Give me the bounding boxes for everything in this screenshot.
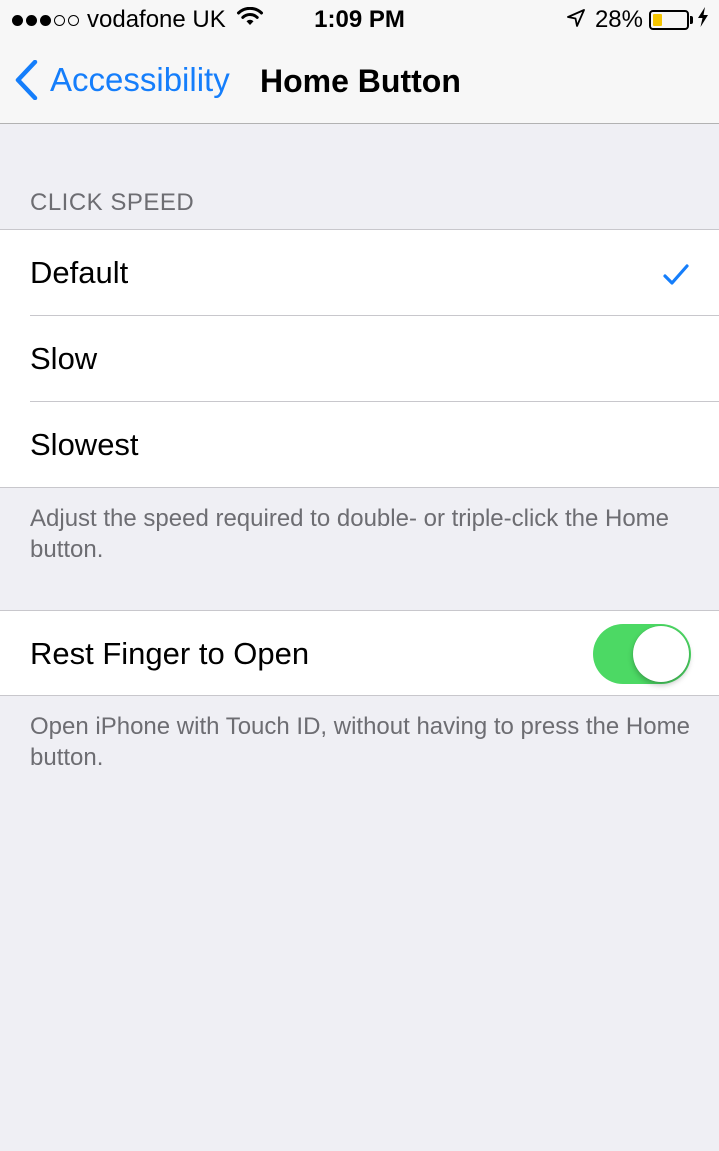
click-speed-footer: Adjust the speed required to double- or … xyxy=(30,505,669,563)
page-title: Home Button xyxy=(260,63,461,99)
battery-fill xyxy=(653,14,662,26)
option-default[interactable]: Default xyxy=(0,230,719,316)
back-button-label: Accessibility xyxy=(50,61,230,98)
option-slowest[interactable]: Slowest xyxy=(0,401,719,488)
location-arrow-icon xyxy=(567,7,585,33)
rest-finger-row: Rest Finger to Open xyxy=(0,611,719,697)
lightning-bolt-icon xyxy=(697,7,709,33)
home-button-settings-screen: vodafone UK 1:09 PM 28% Accessibility Ho… xyxy=(0,0,719,1151)
rest-finger-label: Rest Finger to Open xyxy=(30,636,310,671)
checkmark-icon xyxy=(663,258,689,294)
click-speed-options: Default Slow Slowest xyxy=(0,229,719,488)
option-label: Slow xyxy=(30,341,98,376)
toggle-knob xyxy=(633,626,689,682)
status-bar: vodafone UK 1:09 PM 28% xyxy=(0,0,719,40)
battery-icon xyxy=(649,10,689,30)
rest-finger-toggle[interactable] xyxy=(593,624,691,684)
option-label: Slowest xyxy=(30,427,139,462)
rest-finger-footer: Open iPhone with Touch ID, without havin… xyxy=(30,713,690,771)
navigation-bar: Accessibility Home Button xyxy=(0,40,719,124)
battery-tip xyxy=(690,16,693,24)
chevron-left-icon xyxy=(15,60,38,100)
rest-finger-group: Rest Finger to Open xyxy=(0,610,719,696)
click-speed-header: CLICK SPEED xyxy=(30,189,195,216)
status-right: 28% xyxy=(567,7,709,33)
option-label: Default xyxy=(30,255,129,290)
battery-percent: 28% xyxy=(594,6,643,33)
option-slow[interactable]: Slow xyxy=(0,315,719,402)
back-button[interactable]: Accessibility xyxy=(14,58,230,102)
